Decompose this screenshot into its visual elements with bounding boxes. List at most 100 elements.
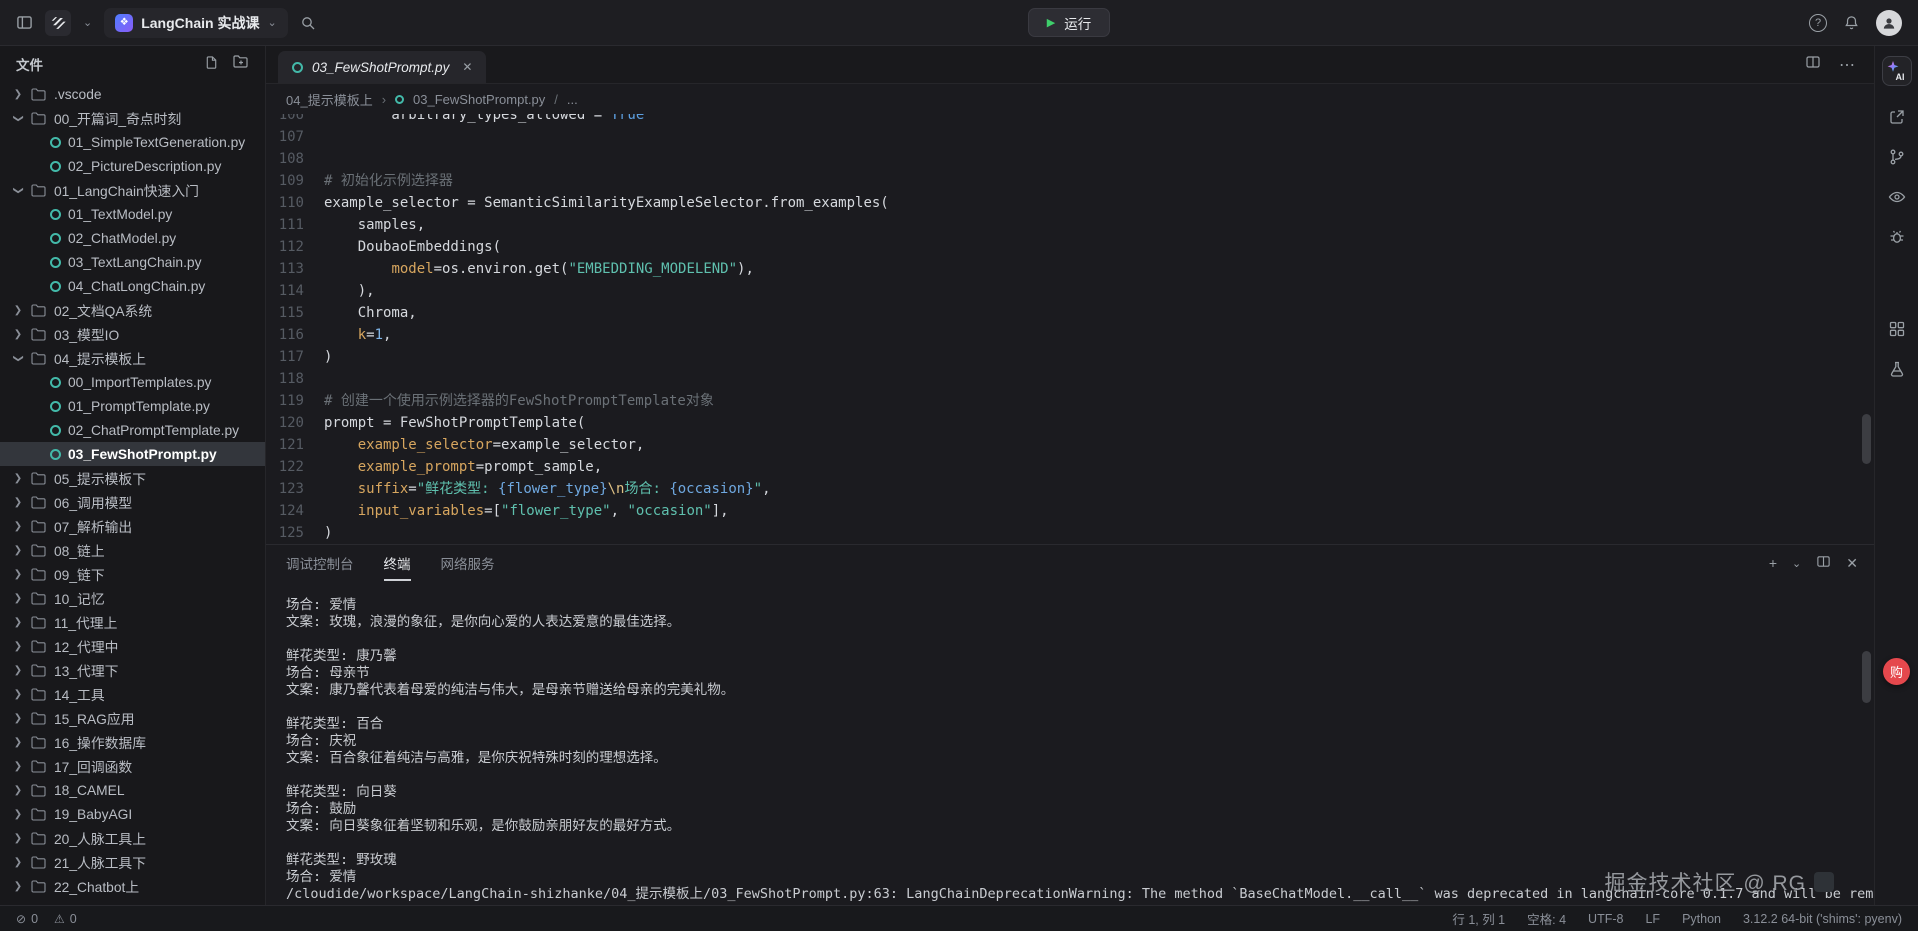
tree-file-item[interactable]: 02_ChatModel.py: [0, 226, 265, 250]
encoding[interactable]: UTF-8: [1588, 909, 1623, 928]
breadcrumb-file[interactable]: 03_FewShotPrompt.py: [413, 92, 545, 107]
tree-folder-item[interactable]: ❯20_人脉工具上: [0, 826, 265, 850]
tree-folder-item[interactable]: ❯19_BabyAGI: [0, 802, 265, 826]
debug-bug-icon[interactable]: [1888, 228, 1906, 246]
tree-folder-item[interactable]: ❯13_代理下: [0, 658, 265, 682]
terminal-output[interactable]: 场合: 爱情文案: 玫瑰，浪漫的象征，是你向心爱的人表达爱意的最佳选择。 鲜花类…: [266, 581, 1874, 905]
terminal-line: 场合: 母亲节: [286, 665, 1874, 682]
tree-file-item[interactable]: 02_ChatPromptTemplate.py: [0, 418, 265, 442]
line-number: 116: [266, 324, 304, 346]
tree-file-item[interactable]: 03_TextLangChain.py: [0, 250, 265, 274]
tree-folder-item[interactable]: ❯09_链下: [0, 562, 265, 586]
app-logo-icon[interactable]: [45, 10, 71, 36]
close-icon[interactable]: ✕: [462, 60, 472, 74]
ai-assistant-icon[interactable]: AI: [1882, 56, 1912, 86]
watermark: 掘金技术社区 @ RG: [1605, 867, 1835, 897]
split-editor-icon[interactable]: [1805, 54, 1821, 75]
tab-debug-console[interactable]: 调试控制台: [286, 545, 354, 581]
new-file-icon[interactable]: [204, 55, 219, 73]
line-number: 106: [266, 114, 304, 126]
tree-item-label: 09_链下: [54, 564, 105, 584]
indent-setting[interactable]: 空格: 4: [1527, 909, 1566, 928]
test-flask-icon[interactable]: [1888, 360, 1906, 378]
tree-folder-item[interactable]: ❯12_代理中: [0, 634, 265, 658]
help-icon[interactable]: ?: [1809, 14, 1827, 32]
tree-folder-item[interactable]: ❯04_提示模板上: [0, 346, 265, 370]
main-area: 文件 ❯.vscode❯00_开篇词_奇点时刻01_SimpleTextGene…: [0, 46, 1918, 905]
breadcrumb-folder[interactable]: 04_提示模板上: [286, 90, 373, 109]
line-number: 124: [266, 500, 304, 522]
new-terminal-icon[interactable]: +: [1769, 555, 1777, 571]
tree-folder-item[interactable]: ❯02_文档QA系统: [0, 298, 265, 322]
tree-file-item[interactable]: 01_PromptTemplate.py: [0, 394, 265, 418]
python-interpreter[interactable]: 3.12.2 64-bit ('shims': pyenv): [1743, 909, 1902, 928]
tree-folder-item[interactable]: ❯15_RAG应用: [0, 706, 265, 730]
line-number: 125: [266, 522, 304, 544]
tab-terminal[interactable]: 终端: [384, 545, 411, 581]
close-panel-icon[interactable]: ✕: [1846, 555, 1858, 572]
editor-scrollbar[interactable]: [1862, 414, 1871, 464]
tree-item-label: 11_代理上: [54, 612, 117, 632]
tree-folder-item[interactable]: ❯21_人脉工具下: [0, 850, 265, 874]
eol[interactable]: LF: [1645, 909, 1660, 928]
more-actions-icon[interactable]: ⋯: [1839, 55, 1856, 75]
tree-folder-item[interactable]: ❯03_模型IO: [0, 322, 265, 346]
tree-file-item[interactable]: 04_ChatLongChain.py: [0, 274, 265, 298]
export-icon[interactable]: [1888, 108, 1906, 126]
terminal-line: 场合: 鼓励: [286, 801, 1874, 818]
code-line: ): [324, 522, 1874, 544]
run-button[interactable]: ▶ 运行: [1028, 8, 1110, 37]
tree-folder-item[interactable]: ❯08_链上: [0, 538, 265, 562]
terminal-scrollbar[interactable]: [1862, 651, 1871, 703]
tree-folder-item[interactable]: ❯00_开篇词_奇点时刻: [0, 106, 265, 130]
tree-folder-item[interactable]: ❯.vscode: [0, 82, 265, 106]
tab-network[interactable]: 网络服务: [441, 545, 495, 581]
tree-folder-item[interactable]: ❯05_提示模板下: [0, 466, 265, 490]
breadcrumb[interactable]: 04_提示模板上 › 03_FewShotPrompt.py / ...: [266, 84, 1874, 114]
tree-file-item[interactable]: 01_TextModel.py: [0, 202, 265, 226]
tree-folder-item[interactable]: ❯22_Chatbot上: [0, 874, 265, 898]
tree-item-label: 20_人脉工具上: [54, 828, 146, 848]
tree-file-item[interactable]: 02_PictureDescription.py: [0, 154, 265, 178]
tree-folder-item[interactable]: ❯18_CAMEL: [0, 778, 265, 802]
chevron-down-icon[interactable]: ⌄: [83, 16, 92, 29]
folder-icon: [31, 712, 47, 725]
tree-folder-item[interactable]: ❯16_操作数据库: [0, 730, 265, 754]
tree-folder-item[interactable]: ❯06_调用模型: [0, 490, 265, 514]
folder-icon: [31, 328, 47, 341]
preview-eye-icon[interactable]: [1888, 188, 1906, 206]
tree-folder-item[interactable]: ❯11_代理上: [0, 610, 265, 634]
notifications-icon[interactable]: [1843, 14, 1860, 31]
git-branch-icon[interactable]: [1888, 148, 1906, 166]
chevron-down-icon[interactable]: ⌄: [1792, 557, 1801, 570]
cursor-position[interactable]: 行 1, 列 1: [1452, 909, 1505, 928]
tree-file-item[interactable]: 01_SimpleTextGeneration.py: [0, 130, 265, 154]
tree-folder-item[interactable]: ❯01_LangChain快速入门: [0, 178, 265, 202]
code-line: example_prompt=prompt_sample,: [324, 456, 1874, 478]
tree-folder-item[interactable]: ❯07_解析输出: [0, 514, 265, 538]
new-folder-icon[interactable]: [233, 55, 249, 73]
sidebar-toggle-icon[interactable]: [16, 14, 33, 31]
split-panel-icon[interactable]: [1816, 554, 1831, 572]
language-mode[interactable]: Python: [1682, 909, 1721, 928]
tree-file-item[interactable]: 00_ImportTemplates.py: [0, 370, 265, 394]
tree-folder-item[interactable]: ❯10_记忆: [0, 586, 265, 610]
file-explorer: 文件 ❯.vscode❯00_开篇词_奇点时刻01_SimpleTextGene…: [0, 46, 266, 905]
search-icon[interactable]: [300, 15, 316, 31]
promo-badge[interactable]: 购: [1883, 658, 1910, 685]
line-number: 111: [266, 214, 304, 236]
errors-indicator[interactable]: ⊘ 0: [16, 912, 38, 926]
breadcrumb-tail[interactable]: ...: [567, 92, 578, 107]
tree-folder-item[interactable]: ❯17_回调函数: [0, 754, 265, 778]
tree-file-item[interactable]: 03_FewShotPrompt.py: [0, 442, 265, 466]
editor-tab[interactable]: 03_FewShotPrompt.py ✕: [278, 51, 486, 83]
warnings-indicator[interactable]: ⚠ 0: [54, 912, 77, 926]
extensions-grid-icon[interactable]: [1888, 320, 1906, 338]
play-icon: ▶: [1047, 16, 1055, 29]
terminal-line: 文案: 向日葵象征着坚韧和乐观，是你鼓励亲朋好友的最好方式。: [286, 818, 1874, 835]
project-selector[interactable]: ❖ LangChain 实战课 ⌄: [104, 8, 287, 38]
code-editor[interactable]: 1061071081091101111121131141151161171181…: [266, 114, 1874, 544]
user-avatar[interactable]: [1876, 10, 1902, 36]
chevron-collapsed-icon: ❯: [12, 329, 24, 340]
tree-folder-item[interactable]: ❯14_工具: [0, 682, 265, 706]
